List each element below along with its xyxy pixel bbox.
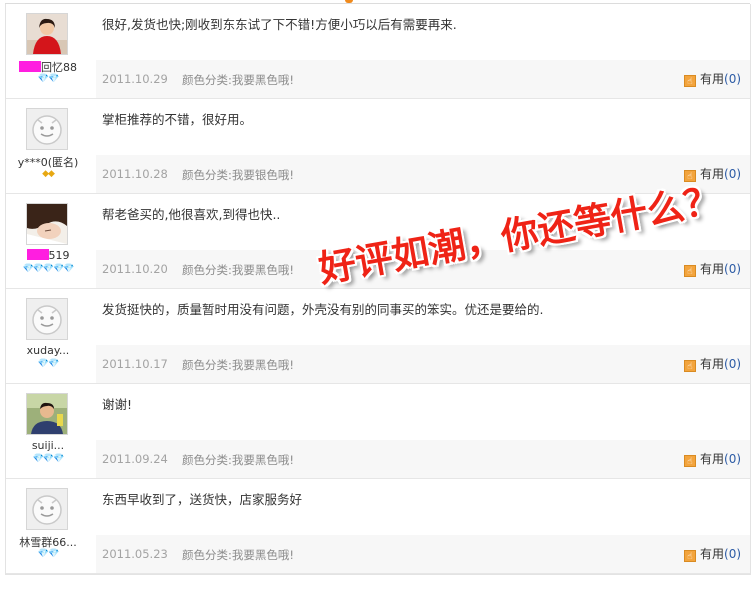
thumbs-up-icon: ☝ — [684, 455, 696, 467]
sku-color-option: 颜色分类:我要黑色哦! — [182, 453, 294, 467]
review-content: 掌柜推荐的不错，很好用。 — [102, 112, 253, 127]
useful-vote-button[interactable]: ☝ 有用(0) — [684, 70, 741, 87]
useful-vote-button[interactable]: ☝ 有用(0) — [684, 545, 741, 562]
sku-color-option: 颜色分类:我要银色哦! — [182, 168, 294, 182]
review-content: 很好,发货也快;刚收到东东试了下不错!方便小巧以后有需要再来. — [102, 17, 457, 32]
useful-label: 有用 — [700, 547, 725, 561]
review-date: 2011.10.29 — [102, 72, 168, 86]
review-content: 谢谢! — [102, 397, 133, 412]
user-avatar[interactable] — [26, 298, 68, 340]
username[interactable]: 519 — [6, 249, 90, 262]
review-date: 2011.09.24 — [102, 452, 168, 466]
useful-count: (0) — [724, 72, 742, 86]
username[interactable]: xuday... — [6, 344, 90, 357]
review-item: 回忆88 💎💎 很好,发货也快;刚收到东东试了下不错!方便小巧以后有需要再来. 201… — [6, 4, 750, 99]
username[interactable]: 回忆88 — [6, 59, 90, 75]
username[interactable]: 林雪群66... — [6, 534, 90, 550]
user-avatar[interactable] — [26, 393, 68, 435]
thumbs-up-icon: ☝ — [684, 550, 696, 562]
top-accent-marker — [345, 0, 353, 3]
masked-name-block — [19, 61, 41, 72]
buyer-credit-badges: 💎💎 — [37, 359, 59, 369]
review-content: 东西早收到了，送货快，店家服务好 — [102, 492, 303, 507]
useful-label: 有用 — [700, 452, 725, 466]
useful-label: 有用 — [700, 72, 725, 86]
user-avatar[interactable] — [26, 108, 68, 150]
sku-color-option: 颜色分类:我要黑色哦! — [182, 73, 294, 87]
username[interactable]: suiji... — [6, 439, 90, 452]
review-content: 发货挺快的，质量暂时用没有问题，外壳没有别的同事买的笨实。优还是要给的. — [102, 302, 544, 317]
sku-color-option: 颜色分类:我要黑色哦! — [182, 548, 294, 562]
username-text: suiji... — [31, 439, 65, 452]
user-avatar[interactable] — [26, 13, 68, 55]
username-text: 519 — [48, 249, 70, 262]
username[interactable]: y***0(匿名) — [6, 154, 90, 170]
useful-vote-button[interactable]: ☝ 有用(0) — [684, 355, 741, 372]
user-avatar[interactable] — [26, 203, 68, 245]
useful-label: 有用 — [700, 262, 725, 276]
useful-vote-button[interactable]: ☝ 有用(0) — [684, 450, 741, 467]
review-date: 2011.05.23 — [102, 547, 168, 561]
thumbs-up-icon: ☝ — [684, 75, 696, 87]
useful-count: (0) — [724, 452, 742, 466]
buyer-credit-badges: ◆◆ — [42, 169, 55, 179]
useful-count: (0) — [724, 547, 742, 561]
sku-color-option: 颜色分类:我要黑色哦! — [182, 358, 294, 372]
buyer-credit-badges: 💎💎💎 — [32, 454, 65, 464]
review-date: 2011.10.28 — [102, 167, 168, 181]
useful-label: 有用 — [700, 357, 725, 371]
buyer-credit-badges: 💎💎 — [37, 549, 59, 559]
thumbs-up-icon: ☝ — [684, 360, 696, 372]
useful-vote-button[interactable]: ☝ 有用(0) — [684, 260, 741, 277]
review-item: suiji... 💎💎💎 谢谢! 2011.09.24 颜色分类:我要黑色哦! ☝ 有用(0… — [6, 384, 750, 479]
sku-color-option: 颜色分类:我要黑色哦! — [182, 263, 294, 277]
useful-count: (0) — [724, 357, 742, 371]
review-date: 2011.10.17 — [102, 357, 168, 371]
useful-count: (0) — [724, 262, 742, 276]
username-text: xuday... — [26, 344, 70, 357]
username-text: 林雪群66... — [19, 536, 77, 549]
masked-name-block — [26, 249, 49, 260]
user-avatar[interactable] — [26, 488, 68, 530]
buyer-credit-badges: 💎💎💎💎💎 — [22, 264, 74, 274]
review-item: 林雪群66... 💎💎 东西早收到了，送货快，店家服务好 2011.05.23 颜色分类… — [6, 479, 750, 574]
buyer-credit-badges: 💎💎 — [37, 74, 59, 84]
review-date: 2011.10.20 — [102, 262, 168, 276]
thumbs-up-icon: ☝ — [684, 265, 696, 277]
username-text: y***0(匿名) — [17, 156, 79, 169]
username-text: 回忆88 — [41, 61, 77, 74]
